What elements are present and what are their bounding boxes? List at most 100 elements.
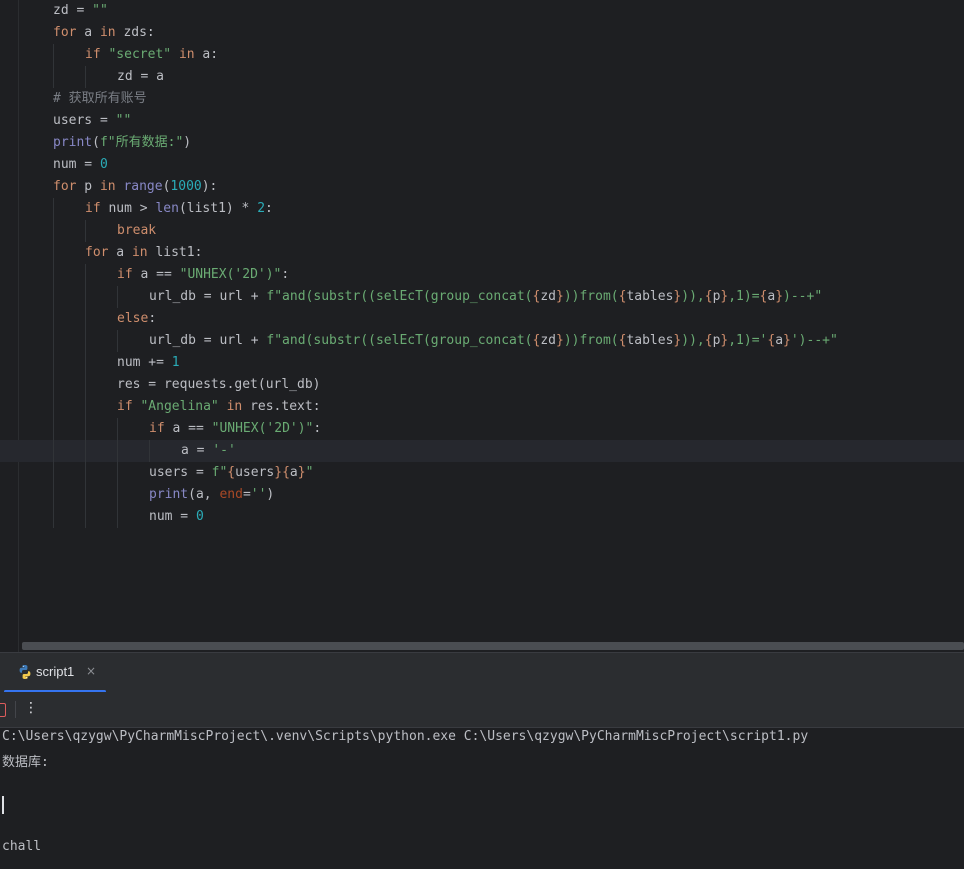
- code-token: )),: [681, 333, 705, 348]
- code-token: zds:: [115, 25, 155, 40]
- code-token: if: [85, 47, 101, 62]
- code-line[interactable]: if a == "UNHEX('2D')":: [0, 418, 964, 440]
- console-output[interactable]: C:\Users\qzygw\PyCharmMiscProject\.venv\…: [0, 728, 964, 869]
- code-token: }{: [274, 465, 290, 480]
- code-token: users =: [53, 113, 116, 128]
- code-token: 2: [257, 201, 266, 216]
- horizontal-scrollbar[interactable]: [22, 642, 964, 650]
- code-token: }: [297, 465, 306, 480]
- code-token: ):: [201, 179, 218, 194]
- code-token: :: [281, 267, 290, 282]
- indent-guide: [117, 462, 118, 484]
- indent-guide: [53, 484, 54, 506]
- code-text: if "Angelina" in res.text:: [117, 396, 321, 418]
- code-token: f"所有数据:": [99, 135, 184, 150]
- code-token: :: [313, 421, 322, 436]
- code-line[interactable]: else:: [0, 308, 964, 330]
- close-icon[interactable]: ×: [86, 664, 96, 678]
- code-token: in: [99, 179, 116, 194]
- code-line[interactable]: num += 1: [0, 352, 964, 374]
- code-line[interactable]: if num > len(list1) * 2:: [0, 198, 964, 220]
- code-line[interactable]: if a == "UNHEX('2D')":: [0, 264, 964, 286]
- code-line[interactable]: users = "": [0, 110, 964, 132]
- indent-guide: [85, 352, 86, 374]
- run-panel-header: script1 ×: [0, 652, 964, 693]
- indent-guide: [53, 462, 54, 484]
- code-token: 0: [195, 509, 204, 524]
- tab-script1[interactable]: script1 ×: [4, 653, 106, 693]
- code-token: a: [289, 465, 298, 480]
- code-text: url_db = url + f"and(substr((selEcT(grou…: [149, 330, 838, 352]
- code-line[interactable]: a = '-': [0, 440, 964, 462]
- code-token: )),: [681, 289, 705, 304]
- code-token: tables: [626, 333, 674, 348]
- indent-guide: [53, 44, 54, 66]
- code-line[interactable]: url_db = url + f"and(substr((selEcT(grou…: [0, 286, 964, 308]
- indent-guide: [53, 220, 54, 242]
- code-line[interactable]: num = 0: [0, 506, 964, 528]
- code-token: "secret": [108, 47, 172, 62]
- indent-guide: [53, 66, 54, 88]
- code-token: url_db = url +: [149, 289, 267, 304]
- indent-guide: [117, 440, 118, 462]
- code-token: res = requests.get(url_db): [117, 377, 321, 392]
- code-text: zd = "": [53, 0, 108, 22]
- code-token: if: [117, 267, 133, 282]
- code-line[interactable]: print(a, end=''): [0, 484, 964, 506]
- code-line[interactable]: for a in list1:: [0, 242, 964, 264]
- code-token: '': [250, 487, 267, 502]
- indent-guide: [85, 374, 86, 396]
- code-line[interactable]: if "secret" in a:: [0, 44, 964, 66]
- code-token: users: [235, 465, 275, 480]
- more-options-icon[interactable]: ⋮: [24, 700, 38, 716]
- code-token: a ==: [164, 421, 212, 436]
- code-line[interactable]: for p in range(1000):: [0, 176, 964, 198]
- code-line[interactable]: url_db = url + f"and(substr((selEcT(grou…: [0, 330, 964, 352]
- code-line[interactable]: print(f"所有数据:"): [0, 132, 964, 154]
- indent-guide: [85, 286, 86, 308]
- code-token: (a,: [188, 487, 220, 502]
- code-editor[interactable]: zd = "" for a in zds: if "secret" in a: zd …: [0, 0, 964, 652]
- code-line[interactable]: zd = "": [0, 0, 964, 22]
- code-text: num = 0: [53, 154, 108, 176]
- indent-guide: [85, 308, 86, 330]
- code-line[interactable]: res = requests.get(url_db): [0, 374, 964, 396]
- indent-guide: [53, 374, 54, 396]
- indent-guide: [85, 66, 86, 88]
- code-line[interactable]: break: [0, 220, 964, 242]
- code-line[interactable]: # 获取所有账号: [0, 88, 964, 110]
- code-token: f": [211, 465, 228, 480]
- console-line: chall: [2, 839, 42, 854]
- code-text: num += 1: [117, 352, 180, 374]
- code-line[interactable]: for a in zds:: [0, 22, 964, 44]
- code-token: list1:: [147, 245, 203, 260]
- code-token: in: [226, 399, 243, 414]
- indent-guide: [85, 418, 86, 440]
- code-line[interactable]: users = f"{users}{a}": [0, 462, 964, 484]
- stop-icon[interactable]: [0, 703, 6, 717]
- code-token: "Angelina": [140, 399, 219, 414]
- code-token: "": [115, 113, 132, 128]
- code-line[interactable]: num = 0: [0, 154, 964, 176]
- code-line[interactable]: zd = a: [0, 66, 964, 88]
- code-token: tables: [626, 289, 674, 304]
- code-token: =: [242, 487, 251, 502]
- code-token: }: [556, 289, 564, 304]
- code-token: a:: [194, 47, 219, 62]
- code-token: in: [178, 47, 195, 62]
- code-token: :: [148, 311, 157, 326]
- code-token: 0: [99, 157, 108, 172]
- code-text: zd = a: [117, 66, 164, 88]
- code-token: zd =: [53, 3, 93, 18]
- indent-guide: [53, 440, 54, 462]
- code-line[interactable]: if "Angelina" in res.text:: [0, 396, 964, 418]
- code-token: num +=: [117, 355, 172, 370]
- indent-guide: [53, 352, 54, 374]
- indent-guide: [53, 242, 54, 264]
- code-text: users = f"{users}{a}": [149, 462, 313, 484]
- code-token: a: [76, 25, 100, 40]
- indent-guide: [53, 198, 54, 220]
- code-area[interactable]: zd = "" for a in zds: if "secret" in a: zd …: [0, 0, 964, 528]
- code-token: zd: [540, 333, 556, 348]
